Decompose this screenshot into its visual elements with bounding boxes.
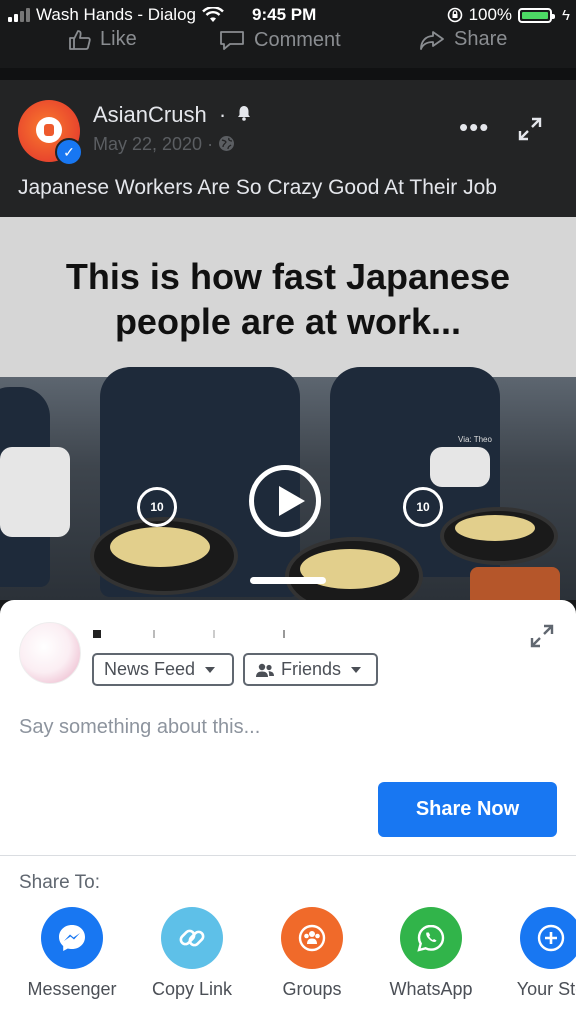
audience-feed-dropdown[interactable]: News Feed — [92, 653, 234, 686]
signal-icon — [8, 8, 30, 22]
video-watermark: Via: Theo — [458, 435, 492, 444]
banner-line-2: people are at work... — [114, 301, 462, 342]
share-target-your-story[interactable]: Your Sto — [496, 907, 576, 1000]
status-time: 9:45 PM — [252, 5, 317, 24]
share-sheet: News Feed Friends Say something about th… — [0, 600, 576, 1024]
expand-icon[interactable] — [515, 114, 545, 144]
video-banner: This is how fast Japanese people are at … — [0, 217, 576, 377]
wifi-icon — [202, 7, 224, 22]
battery-icon — [518, 7, 556, 23]
like-label: Like — [100, 28, 137, 50]
share-now-button[interactable]: Share Now — [378, 782, 557, 837]
carrier-name: Wash Hands - Dialog — [36, 5, 196, 24]
share-label: Share — [454, 28, 508, 50]
share-target-whatsapp[interactable]: WhatsApp — [376, 907, 486, 1000]
forward-10-button[interactable]: 10 — [403, 487, 443, 527]
sheet-drag-handle[interactable] — [250, 577, 326, 584]
globe-icon — [219, 136, 235, 151]
battery-percent: 100% — [468, 5, 513, 24]
expand-icon[interactable] — [527, 621, 557, 651]
name-separator: · — [218, 102, 227, 127]
share-icon — [420, 30, 444, 50]
audience-feed-label: News Feed — [104, 659, 196, 679]
audience-privacy-label: Friends — [281, 659, 342, 679]
forward-10-label: 10 — [416, 500, 430, 514]
share-target-messenger[interactable]: Messenger — [17, 907, 127, 1000]
share-target-label: Groups — [282, 979, 342, 999]
post-date[interactable]: May 22, 2020 — [93, 134, 202, 154]
post-card: ✓ AsianCrush · May 22, 2020 · ••• Japane… — [0, 80, 576, 217]
messenger-icon — [41, 907, 103, 969]
date-separator: · — [207, 134, 214, 154]
page-name[interactable]: AsianCrush — [93, 102, 207, 127]
caret-down-icon — [351, 666, 362, 673]
share-target-label: Messenger — [27, 979, 117, 999]
comment-label: Comment — [254, 28, 341, 51]
friends-icon — [256, 663, 274, 677]
comment-button[interactable]: Comment — [218, 28, 341, 52]
share-to-label: Share To: — [19, 872, 100, 893]
comment-icon — [220, 31, 244, 50]
post-caption: Japanese Workers Are So Crazy Good At Th… — [18, 176, 497, 199]
share-message-input[interactable]: Say something about this... — [19, 716, 260, 739]
more-options-icon[interactable]: ••• — [459, 112, 489, 143]
post-action-bar: Like Comment Share — [0, 26, 576, 58]
charging-icon: ϟ — [562, 6, 570, 24]
sheet-divider — [0, 855, 576, 856]
share-button[interactable]: Share — [418, 28, 507, 51]
bell-icon[interactable] — [236, 104, 252, 122]
user-avatar — [19, 622, 81, 684]
audience-privacy-dropdown[interactable]: Friends — [243, 653, 378, 686]
video-player[interactable]: This is how fast Japanese people are at … — [0, 217, 576, 600]
like-icon — [69, 29, 91, 50]
share-target-label: WhatsApp — [389, 979, 473, 999]
share-target-label: Copy Link — [151, 979, 233, 999]
banner-line-1: This is how fast Japanese — [65, 256, 511, 297]
feed-divider — [0, 68, 576, 80]
groups-icon — [281, 907, 343, 969]
play-icon[interactable] — [249, 465, 321, 537]
rewind-10-label: 10 — [150, 500, 164, 514]
like-button[interactable]: Like — [68, 28, 137, 51]
orientation-lock-icon — [447, 7, 462, 23]
whatsapp-icon — [400, 907, 462, 969]
user-name-redacted — [93, 630, 288, 638]
link-icon — [161, 907, 223, 969]
add-story-icon — [520, 907, 576, 969]
share-target-groups[interactable]: Groups — [257, 907, 367, 1000]
share-target-label: Your Sto — [516, 979, 576, 999]
rewind-10-button[interactable]: 10 — [137, 487, 177, 527]
share-target-copy-link[interactable]: Copy Link — [137, 907, 247, 1000]
caret-down-icon — [205, 666, 216, 673]
verified-badge-icon: ✓ — [55, 138, 83, 166]
